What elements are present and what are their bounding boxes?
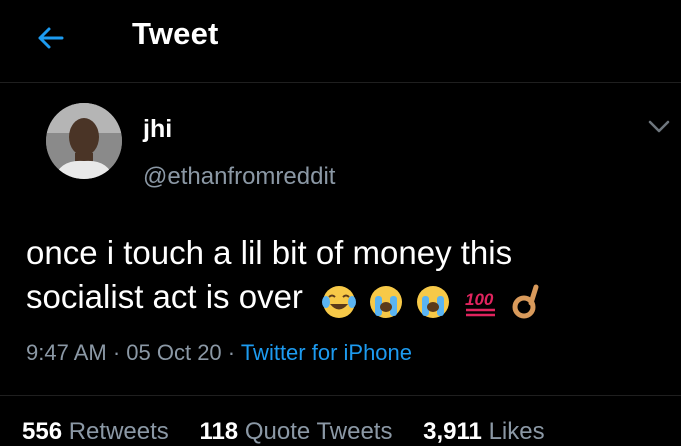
arrow-left-icon[interactable] — [32, 20, 68, 56]
tweet-text-line-2-text: socialist act is over — [26, 278, 303, 315]
tweet-date: 05 Oct 20 — [126, 340, 222, 365]
likes-label[interactable]: Likes — [489, 418, 545, 445]
display-name[interactable]: jhi — [143, 115, 172, 144]
username-handle[interactable]: @ethanfromreddit — [143, 163, 335, 191]
tweet-body: once i touch a lil bit of money this soc… — [26, 231, 666, 321]
retweets-count[interactable]: 556 — [22, 418, 62, 445]
tweet-time: 9:47 AM — [26, 340, 107, 365]
likes-count[interactable]: 3,911 — [423, 418, 482, 445]
loudly-crying-emoji-icon — [417, 285, 450, 318]
ok-hand-emoji-icon — [512, 284, 539, 319]
avatar[interactable] — [46, 103, 122, 179]
quote-tweets-label[interactable]: Quote Tweets — [245, 418, 393, 445]
joy-emoji-icon — [322, 285, 357, 318]
tweet-text-line-1: once i touch a lil bit of money this — [26, 234, 513, 271]
avatar-image — [46, 103, 122, 179]
loudly-crying-emoji-icon — [370, 285, 403, 318]
top-bar: Tweet — [0, 0, 681, 83]
tweet-text-line-2: socialist act is over 100 — [26, 275, 666, 321]
quote-tweets-count[interactable]: 118 — [199, 418, 238, 445]
separator: · — [106, 340, 127, 365]
divider — [0, 395, 681, 396]
emoji-group: 100 — [320, 277, 543, 321]
tweet-meta: 9:47 AM · 05 Oct 20 · Twitter for iPhone — [26, 340, 412, 366]
retweets-label[interactable]: Retweets — [69, 418, 169, 445]
page-title: Tweet — [132, 16, 219, 51]
tweet-source-link[interactable]: Twitter for iPhone — [241, 340, 412, 365]
chevron-down-icon[interactable] — [648, 120, 670, 134]
svg-text:100: 100 — [465, 290, 494, 309]
separator: · — [221, 340, 241, 365]
hundred-points-emoji-icon: 100 — [465, 290, 495, 316]
tweet-stats: 556 Retweets 118 Quote Tweets 3,911 Like… — [22, 418, 569, 446]
